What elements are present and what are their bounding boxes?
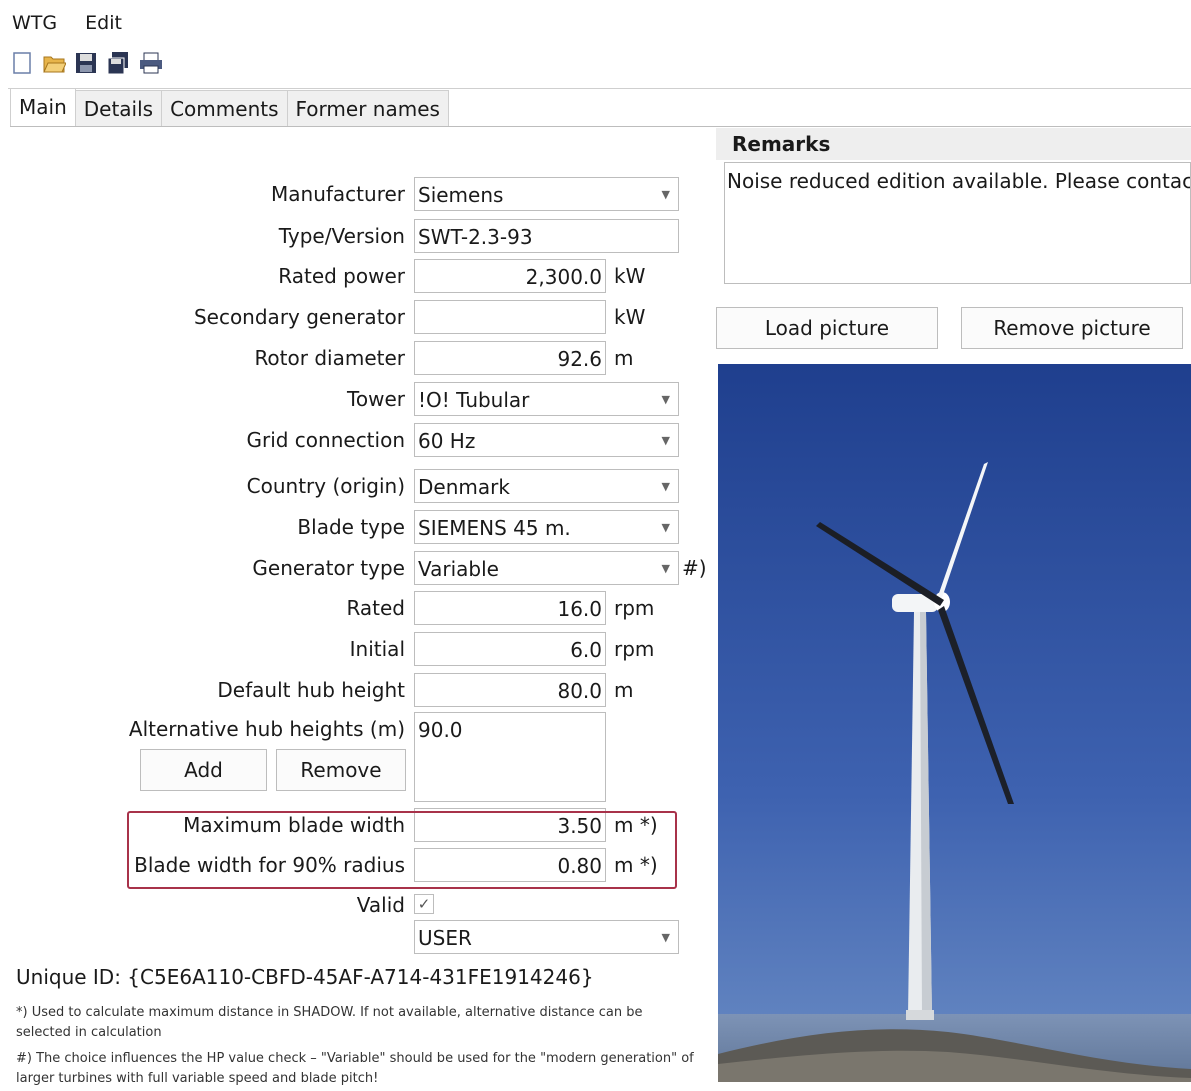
initial-rpm-label: Initial: [349, 637, 405, 661]
country-value: Denmark: [418, 475, 510, 499]
country-select[interactable]: Denmark ▼: [414, 469, 679, 503]
tower-label: Tower: [347, 387, 405, 411]
country-label: Country (origin): [246, 474, 405, 498]
tab-comments[interactable]: Comments: [161, 90, 288, 127]
chevron-down-icon: ▼: [661, 434, 670, 447]
toolbar: [10, 50, 162, 76]
manufacturer-label: Manufacturer: [271, 182, 405, 206]
generator-type-value: Variable: [418, 557, 499, 581]
remove-button[interactable]: Remove: [276, 749, 406, 791]
manufacturer-value: Siemens: [418, 183, 504, 207]
chevron-down-icon: ▼: [661, 521, 670, 534]
chevron-down-icon: ▼: [661, 393, 670, 406]
checkmark-icon: ✓: [417, 895, 431, 913]
save-icon[interactable]: [74, 50, 98, 76]
generator-footnote: #) The choice influences the HP value ch…: [16, 1051, 694, 1086]
tab-divider: [10, 126, 1191, 127]
grid-connection-label: Grid connection: [246, 428, 405, 452]
tower-value: !O! Tubular: [418, 388, 530, 412]
remarks-title: Remarks: [716, 128, 1191, 160]
initial-rpm-input[interactable]: 6.0: [414, 632, 606, 666]
rated-power-input[interactable]: 2,300.0: [414, 259, 606, 293]
chevron-down-icon: ▼: [661, 562, 670, 575]
blade-width-highlight: [127, 811, 677, 889]
initial-rpm-unit: rpm: [614, 637, 655, 661]
print-icon[interactable]: [138, 50, 162, 76]
user-value: USER: [418, 926, 472, 950]
menu-bar: WTG Edit: [12, 12, 144, 34]
rated-rpm-input[interactable]: 16.0: [414, 591, 606, 625]
tab-main[interactable]: Main: [10, 88, 76, 127]
rated-power-label: Rated power: [278, 264, 405, 288]
toolbar-divider: [8, 88, 1191, 89]
type-version-input[interactable]: SWT-2.3-93: [414, 219, 679, 253]
valid-checkbox[interactable]: ✓: [414, 894, 434, 914]
chevron-down-icon: ▼: [661, 931, 670, 944]
tab-details[interactable]: Details: [74, 90, 163, 127]
generator-type-label: Generator type: [252, 556, 405, 580]
type-version-label: Type/Version: [278, 224, 405, 248]
secondary-generator-input[interactable]: [414, 300, 606, 334]
generator-type-select[interactable]: Variable ▼: [414, 551, 679, 585]
tab-former-names[interactable]: Former names: [286, 90, 449, 127]
default-hub-height-label: Default hub height: [217, 678, 405, 702]
default-hub-height-input[interactable]: 80.0: [414, 673, 606, 707]
chevron-down-icon: ▼: [661, 480, 670, 493]
menu-wtg[interactable]: WTG: [12, 12, 57, 34]
rotor-diameter-label: Rotor diameter: [254, 346, 405, 370]
valid-label: Valid: [356, 893, 405, 917]
rotor-diameter-unit: m: [614, 346, 634, 370]
grid-connection-value: 60 Hz: [418, 429, 476, 453]
default-hub-height-unit: m: [614, 678, 634, 702]
list-item[interactable]: 90.0: [418, 713, 605, 747]
chevron-down-icon: ▼: [661, 188, 670, 201]
turbine-picture: [718, 364, 1191, 1082]
manufacturer-select[interactable]: Siemens ▼: [414, 177, 679, 211]
generator-type-footnote-mark: #): [682, 556, 707, 580]
remove-picture-button[interactable]: Remove picture: [961, 307, 1183, 349]
open-folder-icon[interactable]: [42, 50, 66, 76]
rotor-diameter-input[interactable]: 92.6: [414, 341, 606, 375]
rated-rpm-unit: rpm: [614, 596, 655, 620]
secondary-generator-label: Secondary generator: [193, 305, 405, 329]
blade-type-value: SIEMENS 45 m.: [418, 516, 571, 540]
blade-type-select[interactable]: SIEMENS 45 m. ▼: [414, 510, 679, 544]
new-icon[interactable]: [10, 50, 34, 76]
blade-type-label: Blade type: [297, 515, 405, 539]
menu-edit[interactable]: Edit: [85, 12, 122, 34]
secondary-generator-unit: kW: [614, 305, 646, 329]
tower-select[interactable]: !O! Tubular ▼: [414, 382, 679, 416]
user-select[interactable]: USER ▼: [414, 920, 679, 954]
rated-rpm-label: Rated: [346, 596, 405, 620]
load-picture-button[interactable]: Load picture: [716, 307, 938, 349]
tab-strip: Main Details Comments Former names: [10, 88, 449, 127]
alt-hub-heights-label: Alternative hub heights (m): [128, 717, 405, 741]
shadow-footnote: *) Used to calculate maximum distance in…: [16, 1005, 643, 1040]
rated-power-unit: kW: [614, 264, 646, 288]
grid-connection-select[interactable]: 60 Hz ▼: [414, 423, 679, 457]
unique-id: Unique ID: {C5E6A110-CBFD-45AF-A714-431F…: [16, 965, 594, 989]
save-as-icon[interactable]: [106, 50, 130, 76]
remarks-textarea[interactable]: Noise reduced edition available. Please …: [724, 162, 1191, 284]
add-button[interactable]: Add: [140, 749, 267, 791]
alt-hub-heights-list[interactable]: 90.0: [414, 712, 606, 802]
